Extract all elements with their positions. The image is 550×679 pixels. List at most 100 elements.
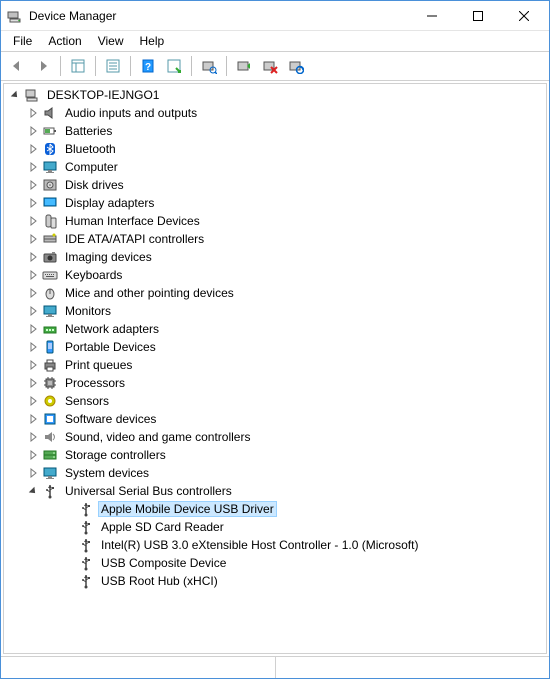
tree-category[interactable]: Keyboards — [6, 266, 544, 284]
collapse-icon[interactable] — [8, 88, 22, 102]
node-label: Portable Devices — [62, 339, 159, 355]
tree-category[interactable]: Disk drives — [6, 176, 544, 194]
tree-category[interactable]: Universal Serial Bus controllers — [6, 482, 544, 500]
maximize-button[interactable] — [455, 1, 501, 30]
collapse-icon[interactable] — [26, 484, 40, 498]
tree-category[interactable]: Batteries — [6, 122, 544, 140]
tree-category[interactable]: Network adapters — [6, 320, 544, 338]
disable-device-button[interactable] — [284, 54, 308, 78]
tree-device[interactable]: USB Composite Device — [6, 554, 544, 572]
minimize-button[interactable] — [409, 1, 455, 30]
tree-category[interactable]: Sensors — [6, 392, 544, 410]
battery-icon — [42, 123, 58, 139]
expand-icon — [62, 556, 76, 570]
back-button[interactable] — [5, 54, 29, 78]
expand-icon[interactable] — [26, 142, 40, 156]
tree-category[interactable]: Audio inputs and outputs — [6, 104, 544, 122]
tree-root-computer[interactable]: DESKTOP-IEJNGO1 — [6, 86, 544, 104]
tree-device[interactable]: USB Root Hub (xHCI) — [6, 572, 544, 590]
node-label: Apple Mobile Device USB Driver — [98, 501, 277, 517]
expand-icon[interactable] — [26, 304, 40, 318]
node-label: IDE ATA/ATAPI controllers — [62, 231, 207, 247]
hid-icon — [42, 213, 58, 229]
display-icon — [42, 195, 58, 211]
tree-category[interactable]: Monitors — [6, 302, 544, 320]
node-label: Disk drives — [62, 177, 127, 193]
software-icon — [42, 411, 58, 427]
properties-button[interactable] — [101, 54, 125, 78]
status-cell — [276, 657, 550, 678]
help-button[interactable]: ? — [136, 54, 160, 78]
expand-icon[interactable] — [26, 106, 40, 120]
tree-category[interactable]: Display adapters — [6, 194, 544, 212]
app-icon — [7, 8, 23, 24]
expand-icon[interactable] — [26, 322, 40, 336]
menu-view[interactable]: View — [90, 32, 132, 50]
expand-icon[interactable] — [26, 430, 40, 444]
tree-device[interactable]: Intel(R) USB 3.0 eXtensible Host Control… — [6, 536, 544, 554]
menu-file[interactable]: File — [5, 32, 40, 50]
cpu-icon — [42, 375, 58, 391]
node-label: Software devices — [62, 411, 159, 427]
expand-icon[interactable] — [26, 232, 40, 246]
expand-icon[interactable] — [26, 268, 40, 282]
expand-icon[interactable] — [26, 412, 40, 426]
usb-icon — [42, 483, 58, 499]
node-label: Storage controllers — [62, 447, 169, 463]
expand-icon[interactable] — [26, 340, 40, 354]
expand-icon[interactable] — [26, 286, 40, 300]
tree-category[interactable]: Processors — [6, 374, 544, 392]
separator — [95, 56, 96, 76]
expand-icon[interactable] — [26, 214, 40, 228]
menu-action[interactable]: Action — [40, 32, 89, 50]
expand-icon[interactable] — [26, 178, 40, 192]
tree-category[interactable]: Sound, video and game controllers — [6, 428, 544, 446]
node-label: DESKTOP-IEJNGO1 — [44, 87, 162, 103]
scan-hardware-button[interactable] — [197, 54, 221, 78]
expand-icon[interactable] — [26, 376, 40, 390]
expand-icon[interactable] — [26, 124, 40, 138]
tree-category[interactable]: Human Interface Devices — [6, 212, 544, 230]
expand-icon[interactable] — [26, 358, 40, 372]
node-label: Batteries — [62, 123, 115, 139]
tree-device[interactable]: Apple Mobile Device USB Driver — [6, 500, 544, 518]
node-label: Sound, video and game controllers — [62, 429, 253, 445]
tree-category[interactable]: Imaging devices — [6, 248, 544, 266]
node-label: Keyboards — [62, 267, 125, 283]
separator — [226, 56, 227, 76]
close-button[interactable] — [501, 1, 547, 30]
node-label: Apple SD Card Reader — [98, 519, 227, 535]
tree-category[interactable]: Mice and other pointing devices — [6, 284, 544, 302]
expand-icon[interactable] — [26, 394, 40, 408]
tree-category[interactable]: Portable Devices — [6, 338, 544, 356]
tree-device[interactable]: Apple SD Card Reader — [6, 518, 544, 536]
device-tree[interactable]: DESKTOP-IEJNGO1Audio inputs and outputsB… — [3, 83, 547, 654]
node-label: Human Interface Devices — [62, 213, 203, 229]
tree-category[interactable]: Software devices — [6, 410, 544, 428]
expand-icon[interactable] — [26, 448, 40, 462]
tree-category[interactable]: System devices — [6, 464, 544, 482]
show-hide-tree-button[interactable] — [66, 54, 90, 78]
expand-icon[interactable] — [26, 250, 40, 264]
node-label: USB Root Hub (xHCI) — [98, 573, 221, 589]
svg-text:?: ? — [145, 62, 151, 73]
tree-category[interactable]: Print queues — [6, 356, 544, 374]
expand-icon — [62, 538, 76, 552]
action-button[interactable] — [162, 54, 186, 78]
uninstall-device-button[interactable] — [258, 54, 282, 78]
tree-category[interactable]: Computer — [6, 158, 544, 176]
tree-category[interactable]: Storage controllers — [6, 446, 544, 464]
monitor-icon — [42, 465, 58, 481]
expand-icon — [62, 520, 76, 534]
update-driver-button[interactable] — [232, 54, 256, 78]
expand-icon[interactable] — [26, 196, 40, 210]
ide-icon — [42, 231, 58, 247]
menubar: File Action View Help — [1, 31, 549, 51]
expand-icon[interactable] — [26, 466, 40, 480]
tree-category[interactable]: IDE ATA/ATAPI controllers — [6, 230, 544, 248]
tree-category[interactable]: Bluetooth — [6, 140, 544, 158]
node-label: Intel(R) USB 3.0 eXtensible Host Control… — [98, 537, 421, 553]
expand-icon[interactable] — [26, 160, 40, 174]
menu-help[interactable]: Help — [132, 32, 173, 50]
forward-button[interactable] — [31, 54, 55, 78]
